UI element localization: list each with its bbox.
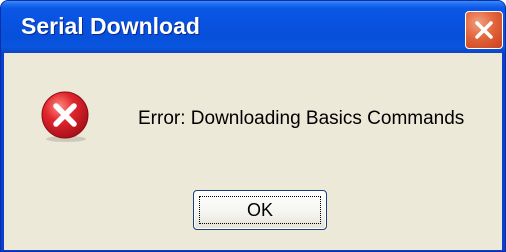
error-icon: [41, 91, 89, 142]
dialog-body: Error: Downloading Basics Commands OK: [4, 53, 502, 250]
error-message: Error: Downloading Basics Commands: [138, 108, 465, 129]
window-title: Serial Download: [21, 13, 200, 39]
ok-button-label: OK: [246, 200, 273, 220]
dialog-window: Serial Download Error: Downloading Basic…: [0, 0, 506, 252]
ok-button[interactable]: OK: [193, 190, 327, 230]
close-button[interactable]: [465, 11, 503, 49]
close-icon: [475, 21, 493, 39]
title-bar[interactable]: Serial Download: [1, 1, 505, 53]
